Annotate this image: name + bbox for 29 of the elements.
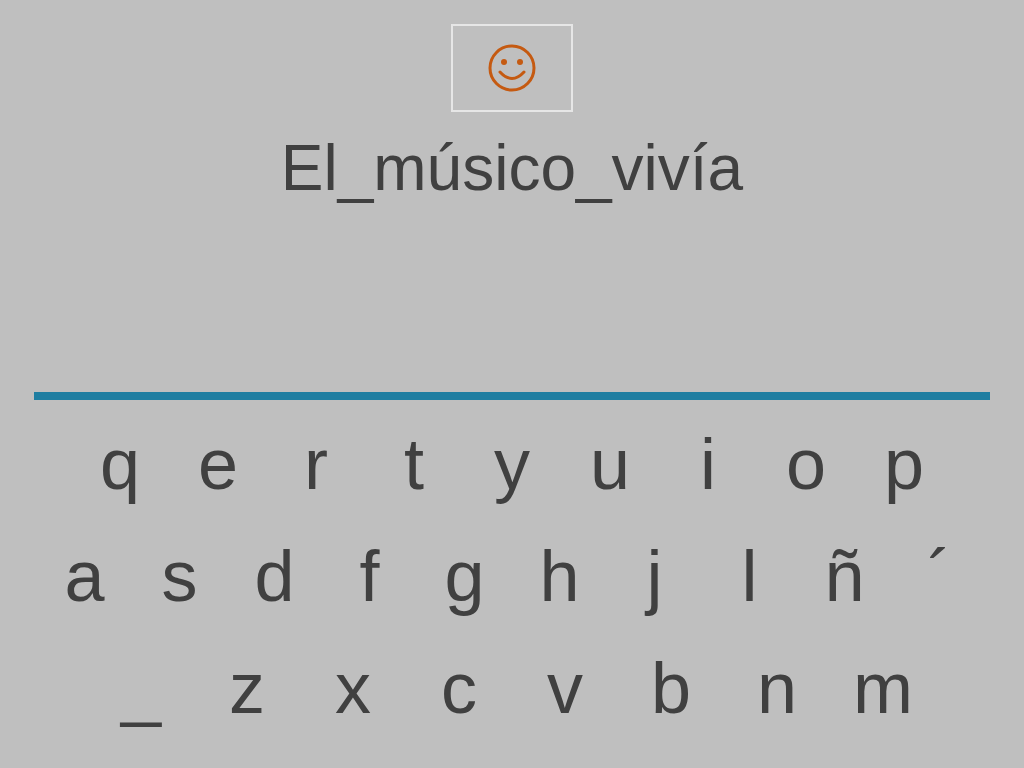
- letter-key[interactable]: v: [512, 646, 618, 730]
- letter-key[interactable]: i: [659, 422, 757, 506]
- letter-key[interactable]: f: [322, 534, 417, 618]
- letter-key[interactable]: c: [406, 646, 512, 730]
- letter-key[interactable]: b: [618, 646, 724, 730]
- letter-key[interactable]: e: [169, 422, 267, 506]
- letter-key[interactable]: _: [88, 646, 194, 730]
- letter-key[interactable]: j: [607, 534, 702, 618]
- letter-key[interactable]: x: [300, 646, 406, 730]
- letter-key[interactable]: t: [365, 422, 463, 506]
- letter-key[interactable]: r: [267, 422, 365, 506]
- letter-key[interactable]: s: [132, 534, 227, 618]
- letter-key[interactable]: p: [855, 422, 953, 506]
- letter-key[interactable]: m: [830, 646, 936, 730]
- letter-key[interactable]: y: [463, 422, 561, 506]
- letter-key[interactable]: l: [702, 534, 797, 618]
- letter-key[interactable]: u: [561, 422, 659, 506]
- letter-key[interactable]: n: [724, 646, 830, 730]
- letter-key[interactable]: z: [194, 646, 300, 730]
- letter-key[interactable]: a: [37, 534, 132, 618]
- letter-key[interactable]: h: [512, 534, 607, 618]
- word-text: El_músico_vivía: [280, 131, 744, 206]
- letter-key[interactable]: o: [757, 422, 855, 506]
- letter-key[interactable]: ñ: [797, 534, 892, 618]
- letter-key[interactable]: g: [417, 534, 512, 618]
- letter-key[interactable]: ´: [892, 534, 987, 618]
- letter-key[interactable]: d: [227, 534, 322, 618]
- smiley-icon: [487, 43, 537, 93]
- letter-key[interactable]: q: [71, 422, 169, 506]
